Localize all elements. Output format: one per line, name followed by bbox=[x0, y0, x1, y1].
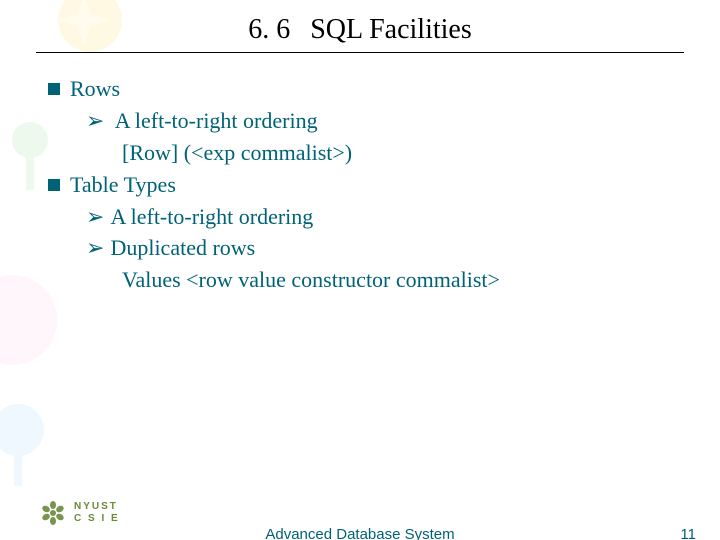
logo-mark-icon bbox=[40, 500, 66, 526]
content-area: Rows ➢ A left-to-right ordering [Row] (<… bbox=[48, 73, 672, 296]
arrow-icon: ➢ bbox=[86, 105, 104, 137]
title-text: SQL Facilities bbox=[310, 14, 472, 45]
slide: 6. 6 SQL Facilities Rows ➢ A left-to-righ… bbox=[0, 0, 720, 540]
bullet-text: Table Types bbox=[70, 172, 176, 197]
footer-title: Advanced Database System bbox=[0, 526, 720, 540]
logo-text: NYUST C S I E bbox=[74, 501, 120, 525]
logo-line2: C S I E bbox=[74, 513, 120, 525]
page-number: 11 bbox=[680, 526, 696, 540]
title-area: 6. 6 SQL Facilities bbox=[0, 0, 720, 53]
square-bullet-icon bbox=[48, 179, 60, 191]
bullet-rows: Rows bbox=[48, 73, 672, 105]
square-bullet-icon bbox=[48, 83, 60, 95]
title-number: 6. 6 bbox=[248, 14, 290, 45]
sub-line-text: [Row] (<exp commalist>) bbox=[122, 140, 352, 165]
arrow-icon: ➢ bbox=[86, 201, 104, 233]
sub-bullet: ➢Duplicated rows bbox=[48, 232, 672, 264]
logo: NYUST C S I E bbox=[40, 500, 120, 526]
sub-bullet: ➢A left-to-right ordering bbox=[48, 201, 672, 233]
sub-bullet-text: A left-to-right ordering bbox=[110, 204, 313, 229]
bullet-text: Rows bbox=[70, 76, 120, 101]
sub-bullet-text: A left-to-right ordering bbox=[115, 108, 318, 133]
sub-bullet: ➢ A left-to-right ordering bbox=[48, 105, 672, 137]
slide-title: 6. 6 SQL Facilities bbox=[248, 14, 472, 46]
sub-line-text: Values <row value constructor commalist> bbox=[122, 267, 500, 292]
sub-line: Values <row value constructor commalist> bbox=[48, 264, 672, 296]
bullet-table-types: Table Types bbox=[48, 169, 672, 201]
sub-line: [Row] (<exp commalist>) bbox=[48, 137, 672, 169]
logo-line1: NYUST bbox=[74, 501, 120, 513]
arrow-icon: ➢ bbox=[86, 232, 104, 264]
sub-bullet-text: Duplicated rows bbox=[110, 235, 255, 260]
title-underline bbox=[36, 52, 684, 53]
